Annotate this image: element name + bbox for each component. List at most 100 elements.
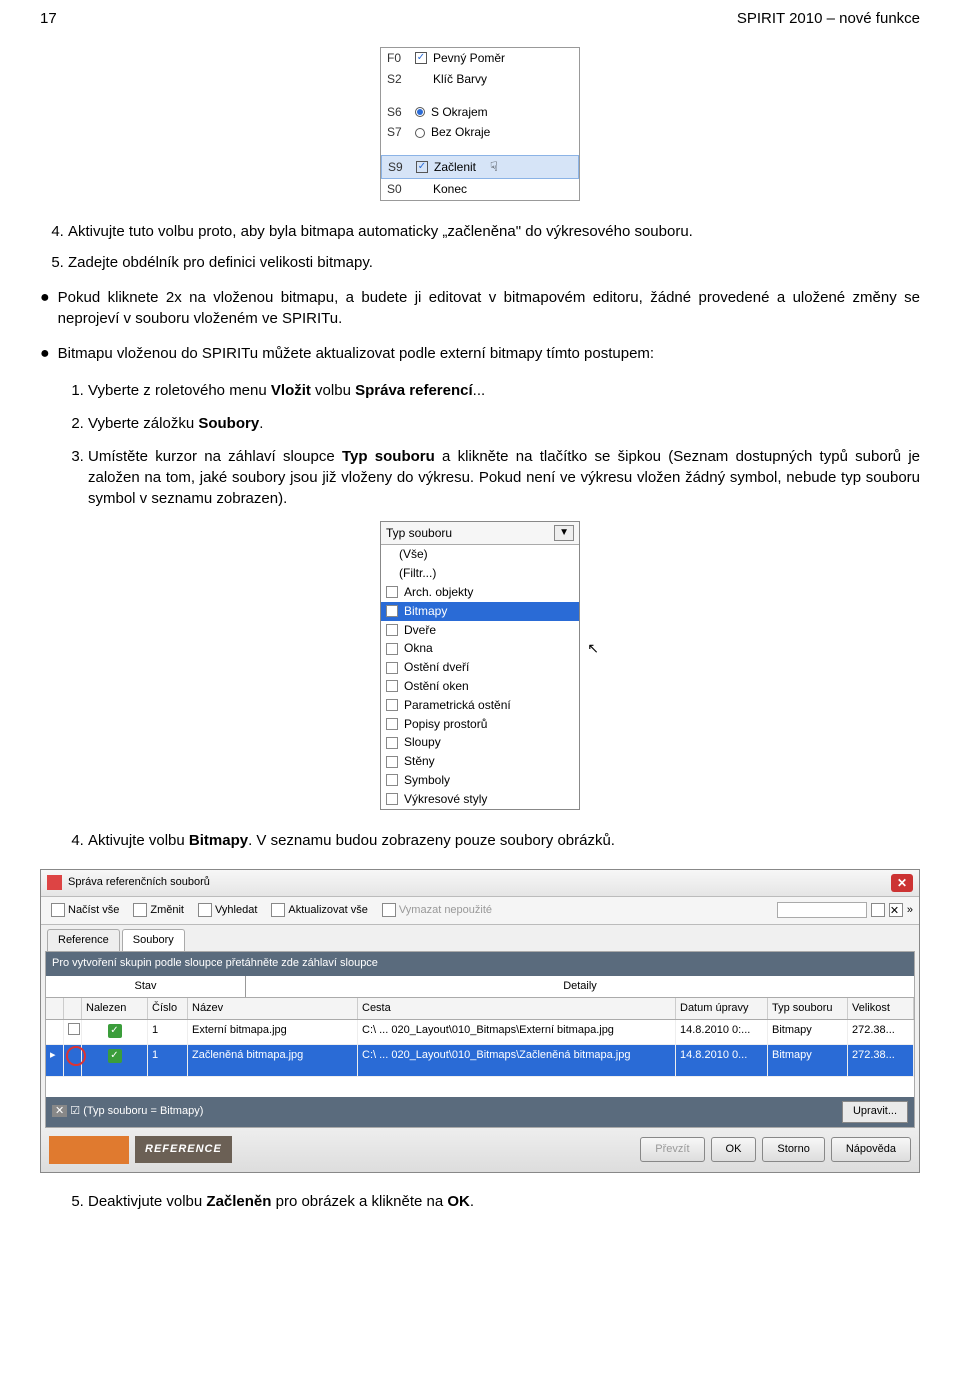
file-type-dropdown[interactable]: Typ souboru ▼ (Vše)(Filtr...)Arch. objek… — [380, 521, 580, 810]
take-over-button[interactable]: Převzít — [640, 1137, 704, 1162]
refresh-icon — [133, 903, 147, 917]
checkbox-icon[interactable] — [386, 718, 398, 730]
tab-files[interactable]: Soubory — [122, 929, 185, 951]
col-header-path[interactable]: Cesta — [358, 998, 676, 1019]
option-label: Začlenit — [434, 159, 476, 176]
dropdown-item-label: Parametrická ostění — [404, 697, 511, 714]
ok-button[interactable]: OK — [711, 1137, 757, 1162]
cursor-icon: ↖ — [587, 639, 599, 659]
cell-type: Bitmapy — [768, 1045, 848, 1076]
dropdown-item[interactable]: Bitmapy — [381, 602, 579, 621]
panel-option-row[interactable]: F0✓Pevný Poměr — [381, 48, 579, 69]
cell-name: Externí bitmapa.jpg — [188, 1020, 358, 1043]
col-header-type[interactable]: Typ souboru — [768, 998, 848, 1019]
filter-close-icon[interactable]: ✕ — [52, 1105, 67, 1117]
list-item: Deaktivjute volbu Začleněn pro obrázek a… — [88, 1191, 920, 1212]
dropdown-item[interactable]: (Vše) — [381, 545, 579, 564]
footer-label: REFERENCE — [135, 1136, 232, 1163]
panel-option-row[interactable]: S9 ✓ Začlenit ☟ — [381, 155, 579, 179]
panel-option-row[interactable]: S2 Klíč Barvy — [381, 69, 579, 90]
filter-check-icon[interactable]: ☑ — [70, 1105, 80, 1117]
load-all-button[interactable]: Načíst vše — [47, 901, 123, 920]
cell-size: 272.38... — [848, 1045, 914, 1076]
checkbox-icon[interactable] — [386, 680, 398, 692]
checkbox-icon[interactable] — [386, 737, 398, 749]
col-icon[interactable] — [64, 998, 82, 1019]
checkbox-icon[interactable] — [386, 586, 398, 598]
option-label: Klíč Barvy — [433, 71, 487, 88]
path-input[interactable] — [777, 902, 867, 918]
cell-found: ✓ — [82, 1045, 148, 1076]
dropdown-item[interactable]: Ostění dveří — [381, 658, 579, 677]
checkbox-icon[interactable] — [386, 605, 398, 617]
dropdown-item[interactable]: Ostění oken — [381, 677, 579, 696]
col-header-date[interactable]: Datum úpravy — [676, 998, 768, 1019]
checkbox-icon[interactable]: ✓ — [415, 52, 427, 64]
checkbox-icon[interactable] — [386, 643, 398, 655]
col-icon[interactable] — [46, 998, 64, 1019]
find-button[interactable]: Vyhledat — [194, 901, 261, 920]
cell-date: 14.8.2010 0:... — [676, 1020, 768, 1043]
cell-path: C:\ ... 020_Layout\010_Bitmaps\Začleněná… — [358, 1045, 676, 1076]
col-header-number[interactable]: Číslo — [148, 998, 188, 1019]
dropdown-label: Typ souboru — [386, 525, 452, 542]
checkbox-icon[interactable] — [386, 756, 398, 768]
close-icon[interactable]: ✕ — [891, 874, 913, 892]
folder-icon[interactable] — [871, 903, 885, 917]
tab-reference[interactable]: Reference — [47, 929, 120, 951]
table-row[interactable]: ✓1Externí bitmapa.jpgC:\ ... 020_Layout\… — [46, 1020, 914, 1044]
dropdown-item[interactable]: Arch. objekty — [381, 583, 579, 602]
cursor-icon: ☟ — [490, 158, 498, 176]
chevron-icon[interactable]: » — [907, 903, 913, 918]
dropdown-item[interactable]: Sloupy — [381, 733, 579, 752]
change-button[interactable]: Změnit — [129, 901, 188, 920]
shortcut-key: S2 — [387, 71, 409, 88]
panel-option-row[interactable]: S6S Okrajem — [381, 102, 579, 123]
checkbox-icon[interactable] — [386, 793, 398, 805]
chevron-down-icon[interactable]: ▼ — [554, 525, 574, 541]
option-label: Pevný Poměr — [433, 50, 505, 67]
embedded-checkbox[interactable] — [64, 1045, 82, 1076]
col-header-name[interactable]: Název — [188, 998, 358, 1019]
checkbox-icon[interactable]: ✓ — [416, 161, 428, 173]
search-icon — [198, 903, 212, 917]
dropdown-item[interactable]: Popisy prostorů — [381, 715, 579, 734]
dropdown-item[interactable]: Dveře — [381, 621, 579, 640]
dropdown-item[interactable]: Symboly — [381, 771, 579, 790]
dropdown-item[interactable]: (Filtr...) — [381, 564, 579, 583]
embedded-checkbox[interactable] — [64, 1020, 82, 1043]
bullet-text: Pokud kliknete 2x na vloženou bitmapu, a… — [58, 287, 920, 329]
dropdown-item[interactable]: Okna — [381, 639, 579, 658]
bullet-text: Bitmapu vloženou do SPIRITu můžete aktua… — [58, 343, 654, 365]
checkbox-icon[interactable] — [386, 624, 398, 636]
checkbox-icon[interactable] — [386, 774, 398, 786]
page-number: 17 — [40, 8, 57, 29]
dropdown-item-label: Okna — [404, 640, 433, 657]
list-item: Vyberte z roletového menu Vložit volbu S… — [88, 380, 920, 401]
delete-icon[interactable]: ✕ — [889, 903, 903, 917]
edit-filter-button[interactable]: Upravit... — [842, 1101, 908, 1122]
radio-icon[interactable] — [415, 107, 425, 117]
delete-unused-button[interactable]: Vymazat nepoužité — [378, 901, 496, 920]
option-label: S Okrajem — [431, 104, 488, 121]
col-header-size[interactable]: Velikost — [848, 998, 914, 1019]
sync-icon — [271, 903, 285, 917]
checkbox-icon[interactable] — [386, 662, 398, 674]
dropdown-item-label: Sloupy — [404, 734, 441, 751]
dropdown-item[interactable]: Výkresové styly — [381, 790, 579, 809]
table-row[interactable]: ▸✓1Začleněná bitmapa.jpgC:\ ... 020_Layo… — [46, 1045, 914, 1077]
radio-icon[interactable] — [415, 128, 425, 138]
panel-option-row[interactable]: S0Konec — [381, 179, 579, 200]
dropdown-item[interactable]: Parametrická ostění — [381, 696, 579, 715]
app-icon — [47, 875, 62, 890]
help-button[interactable]: Nápověda — [831, 1137, 911, 1162]
dropdown-item[interactable]: Stěny — [381, 752, 579, 771]
checkbox-icon[interactable] — [386, 699, 398, 711]
shortcut-key: S9 — [388, 159, 410, 176]
row-marker-icon: ▸ — [46, 1045, 64, 1076]
update-all-button[interactable]: Aktualizovat vše — [267, 901, 371, 920]
cancel-button[interactable]: Storno — [762, 1137, 824, 1162]
col-header-found[interactable]: Nalezen — [82, 998, 148, 1019]
panel-option-row[interactable]: S7Bez Okraje — [381, 122, 579, 143]
dropdown-item-label: Ostění dveří — [404, 659, 469, 676]
